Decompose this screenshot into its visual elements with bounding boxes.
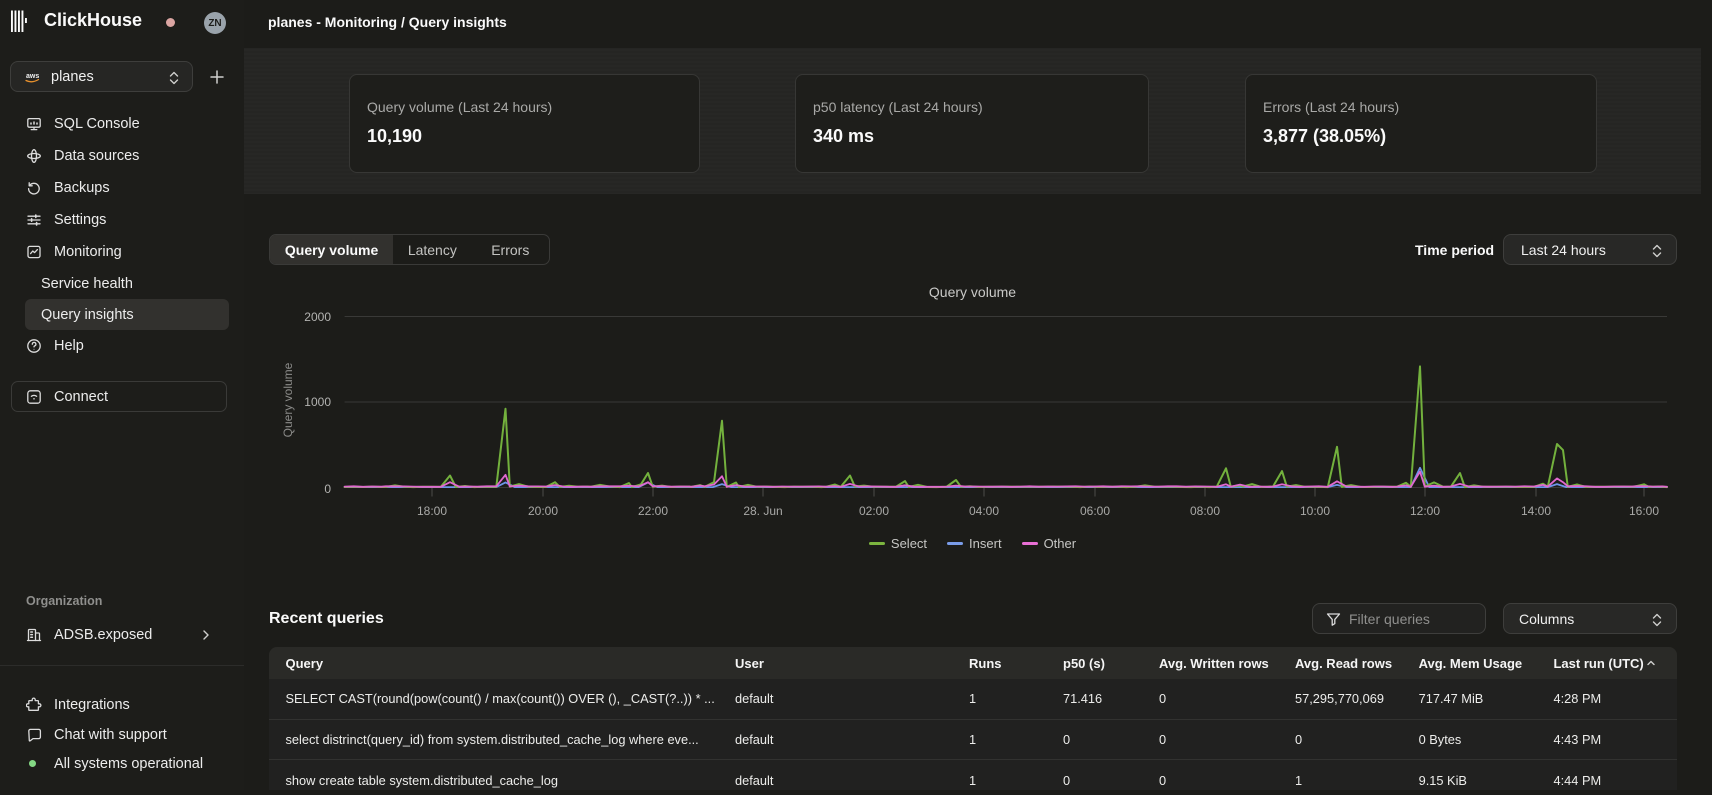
svg-text:aws: aws: [26, 73, 39, 80]
